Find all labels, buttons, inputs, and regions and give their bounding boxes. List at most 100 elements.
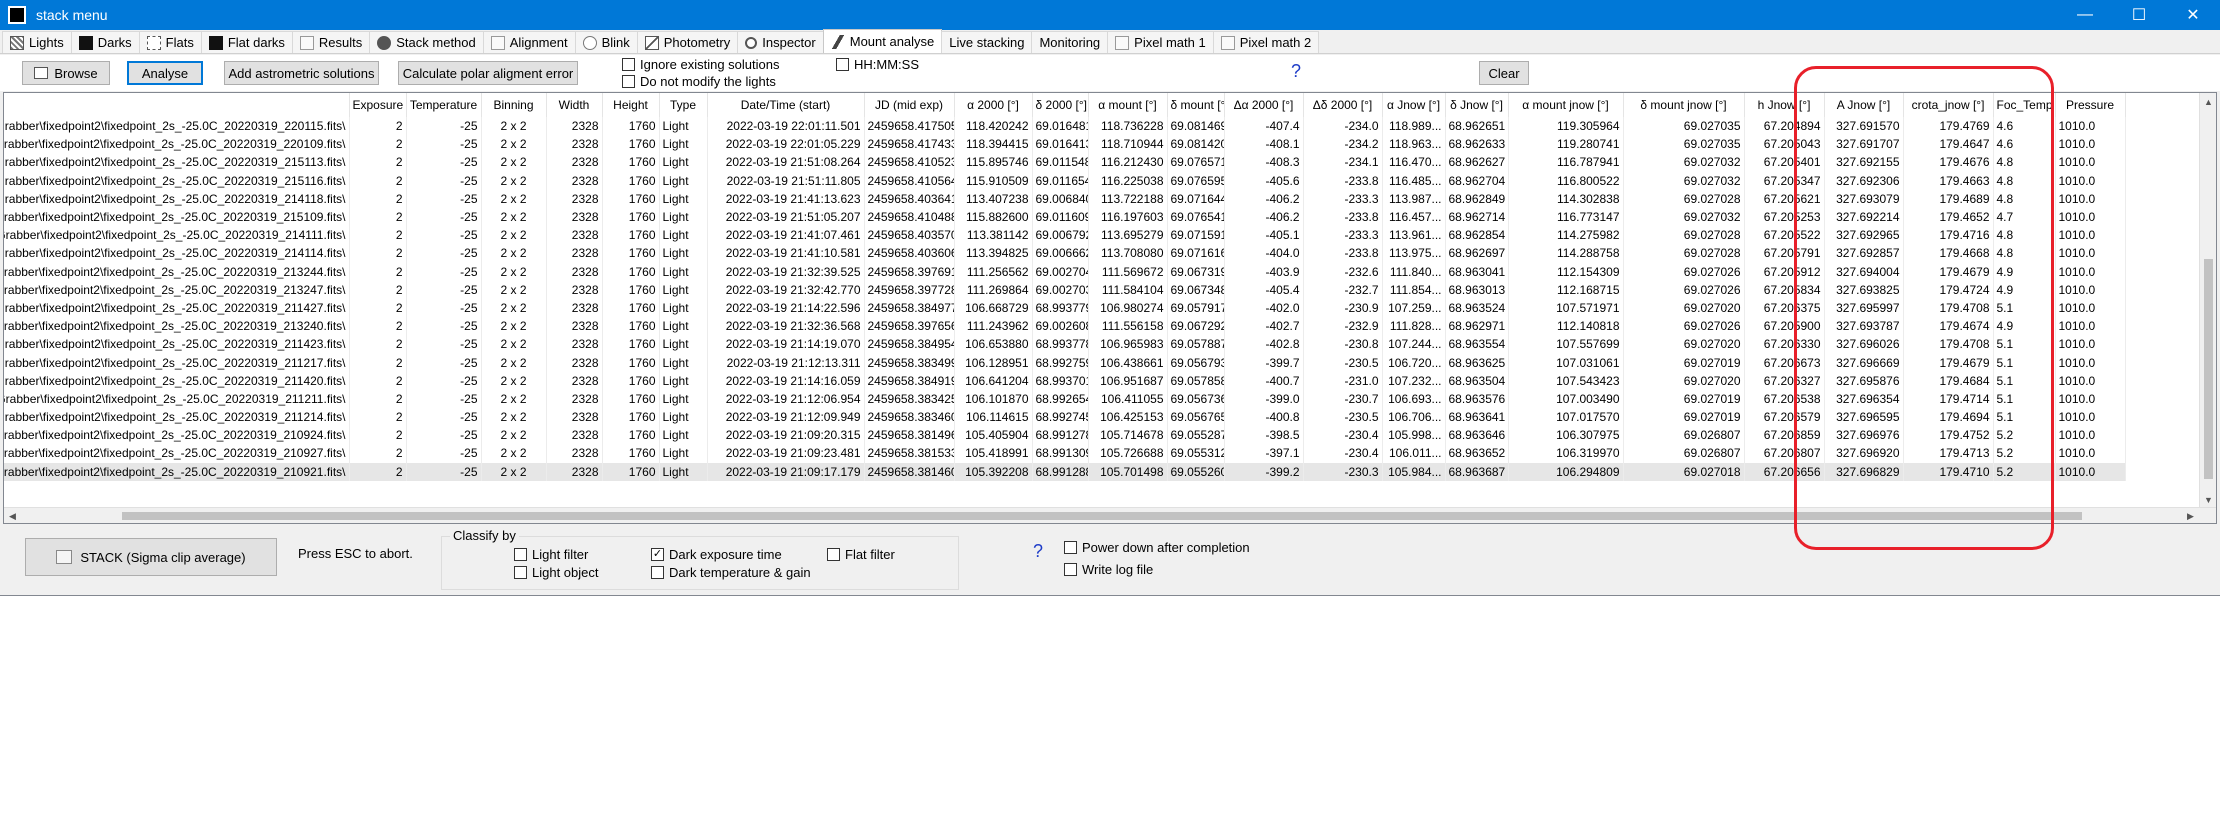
minimize-button[interactable]: — xyxy=(2058,0,2112,30)
column-header[interactable]: crota_jnow [°] xyxy=(1903,93,1994,117)
column-header[interactable] xyxy=(4,93,350,117)
table-row[interactable]: \Grabber\fixedpoint2\fixedpoint_2s_-25.0… xyxy=(4,135,2126,154)
table-row[interactable]: \Grabber\fixedpoint2\fixedpoint_2s_-25.0… xyxy=(4,317,2126,336)
table-row[interactable]: \Grabber\fixedpoint2\fixedpoint_2s_-25.0… xyxy=(4,226,2126,245)
table-cell: 1010.0 xyxy=(2055,117,2126,136)
light-filter-checkbox[interactable]: Light filter xyxy=(514,547,588,562)
browse-button[interactable]: Browse xyxy=(22,61,110,85)
table-row[interactable]: \Grabber\fixedpoint2\fixedpoint_2s_-25.0… xyxy=(4,153,2126,172)
tab-blink[interactable]: Blink xyxy=(574,31,638,53)
table-row[interactable]: \Grabber\fixedpoint2\fixedpoint_2s_-25.0… xyxy=(4,426,2126,445)
scroll-left-icon[interactable]: ◀ xyxy=(4,508,21,523)
table-row[interactable]: \Grabber\fixedpoint2\fixedpoint_2s_-25.0… xyxy=(4,207,2126,227)
table-cell: 2 x 2 xyxy=(481,244,547,263)
table-cell: 69.027026 xyxy=(1623,262,1745,281)
tab-results[interactable]: Results xyxy=(291,31,371,53)
table-cell: 179.4679 xyxy=(1903,262,1994,281)
tab-lights[interactable]: Lights xyxy=(2,31,72,53)
mount-analyse-grid[interactable]: Exposure Temperature Binning Width Height Typ… xyxy=(3,92,2217,524)
add-astrometric-solutions-button[interactable]: Add astrometric solutions xyxy=(224,61,379,85)
column-header[interactable]: α Jnow [°] xyxy=(1382,93,1446,117)
column-header[interactable]: Foc_Temp xyxy=(1993,93,2056,117)
table-cell: 107.031061 xyxy=(1508,353,1624,372)
table-row[interactable]: \Grabber\fixedpoint2\fixedpoint_2s_-25.0… xyxy=(4,280,2126,299)
column-header[interactable]: Type xyxy=(659,93,708,117)
column-header[interactable]: Binning xyxy=(481,93,547,117)
vertical-scroll-thumb[interactable] xyxy=(2204,259,2213,479)
column-header[interactable]: Exposure xyxy=(349,93,407,117)
column-header[interactable]: Δα 2000 [°] xyxy=(1224,93,1304,117)
horizontal-scrollbar[interactable]: ◀ ▶ xyxy=(4,507,2216,523)
table-row[interactable]: \Grabber\fixedpoint2\fixedpoint_2s_-25.0… xyxy=(4,408,2126,427)
column-header[interactable]: h Jnow [°] xyxy=(1744,93,1825,117)
dark-temp-gain-checkbox[interactable]: Dark temperature & gain xyxy=(651,565,811,580)
help-icon[interactable]: ? xyxy=(1291,61,1301,82)
tab-photometry[interactable]: Photometry xyxy=(636,31,739,53)
column-header[interactable]: α mount [°] xyxy=(1088,93,1168,117)
tab-flat-darks[interactable]: Flat darks xyxy=(200,31,293,53)
tab-mount-analyse[interactable]: Mount analyse xyxy=(822,29,943,53)
column-header[interactable]: Δδ 2000 [°] xyxy=(1303,93,1383,117)
column-header[interactable]: δ mount [°] xyxy=(1167,93,1225,117)
flat-filter-checkbox[interactable]: Flat filter xyxy=(827,547,895,562)
column-header[interactable]: α 2000 [°] xyxy=(954,93,1033,117)
table-row[interactable]: \Grabber\fixedpoint2\fixedpoint_2s_-25.0… xyxy=(4,389,2126,408)
table-cell: 327.696829 xyxy=(1824,462,1904,481)
column-header[interactable]: δ mount jnow [°] xyxy=(1623,93,1745,117)
table-row[interactable]: \Grabber\fixedpoint2\fixedpoint_2s_-25.0… xyxy=(4,298,2126,318)
table-cell: 69.081469 xyxy=(1167,117,1225,136)
table-row[interactable]: \Grabber\fixedpoint2\fixedpoint_2s_-25.0… xyxy=(4,462,2126,481)
scroll-right-icon[interactable]: ▶ xyxy=(2182,508,2199,523)
tab-darks[interactable]: Darks xyxy=(70,31,140,53)
column-header[interactable]: Height xyxy=(602,93,660,117)
table-row[interactable]: \Grabber\fixedpoint2\fixedpoint_2s_-25.0… xyxy=(4,189,2126,208)
tab-live-stacking[interactable]: Live stacking xyxy=(941,31,1033,53)
do-not-modify-lights-checkbox[interactable]: Do not modify the lights xyxy=(622,74,776,89)
bottom-help-icon[interactable]: ? xyxy=(1033,541,1043,562)
tab-inspector[interactable]: Inspector xyxy=(737,31,824,53)
table-cell: 68.963013 xyxy=(1445,280,1509,299)
column-header[interactable]: δ Jnow [°] xyxy=(1445,93,1509,117)
table-row[interactable]: \Grabber\fixedpoint2\fixedpoint_2s_-25.0… xyxy=(4,353,2126,372)
power-down-checkbox[interactable]: Power down after completion xyxy=(1064,540,1250,555)
log-panel[interactable] xyxy=(0,595,2220,823)
clear-button[interactable]: Clear xyxy=(1479,61,1529,85)
column-header[interactable]: δ 2000 [°] xyxy=(1032,93,1089,117)
table-row[interactable]: \Grabber\fixedpoint2\fixedpoint_2s_-25.0… xyxy=(4,171,2126,190)
column-header[interactable]: A Jnow [°] xyxy=(1824,93,1904,117)
tab-stack-method[interactable]: Stack method xyxy=(369,31,484,53)
table-row[interactable]: \Grabber\fixedpoint2\fixedpoint_2s_-25.0… xyxy=(4,117,2126,136)
analyse-button[interactable]: Analyse xyxy=(127,61,203,85)
dark-exposure-time-checkbox[interactable]: ✓ Dark exposure time xyxy=(651,547,782,562)
tab-pixel-math-1[interactable]: Pixel math 1 xyxy=(1107,31,1214,53)
horizontal-scroll-thumb[interactable] xyxy=(122,512,2082,520)
table-row[interactable]: \Grabber\fixedpoint2\fixedpoint_2s_-25.0… xyxy=(4,371,2126,390)
table-cell: 1760 xyxy=(602,226,660,245)
scroll-up-icon[interactable]: ▲ xyxy=(2200,93,2216,110)
stack-button[interactable]: STACK (Sigma clip average) xyxy=(25,538,277,576)
vertical-scrollbar[interactable]: ▲ ▼ xyxy=(2199,93,2216,508)
scroll-down-icon[interactable]: ▼ xyxy=(2200,491,2216,508)
tab-alignment[interactable]: Alignment xyxy=(482,31,576,53)
close-button[interactable]: ✕ xyxy=(2166,0,2220,30)
table-row[interactable]: \Grabber\fixedpoint2\fixedpoint_2s_-25.0… xyxy=(4,444,2126,463)
column-header[interactable]: Pressure xyxy=(2055,93,2126,117)
column-header[interactable]: α mount jnow [°] xyxy=(1508,93,1624,117)
light-object-checkbox[interactable]: Light object xyxy=(514,565,599,580)
table-row[interactable]: \Grabber\fixedpoint2\fixedpoint_2s_-25.0… xyxy=(4,262,2126,281)
tab-flats[interactable]: Flats xyxy=(138,31,202,53)
ignore-existing-solutions-checkbox[interactable]: Ignore existing solutions xyxy=(622,57,779,72)
column-header[interactable]: JD (mid exp) xyxy=(864,93,955,117)
table-row[interactable]: \Grabber\fixedpoint2\fixedpoint_2s_-25.0… xyxy=(4,244,2126,263)
column-header[interactable]: Width xyxy=(546,93,603,117)
tab-monitoring[interactable]: Monitoring xyxy=(1031,31,1109,53)
tab-pixel-math-2[interactable]: Pixel math 2 xyxy=(1212,31,1320,53)
column-header[interactable]: Temperature xyxy=(406,93,482,117)
maximize-button[interactable]: ☐ xyxy=(2112,0,2166,30)
write-log-checkbox[interactable]: Write log file xyxy=(1064,562,1153,577)
calculate-polar-alignment-button[interactable]: Calculate polar aligment error xyxy=(398,61,578,85)
column-header[interactable]: Date/Time (start) xyxy=(707,93,865,117)
hhmmss-checkbox[interactable]: HH:MM:SS xyxy=(836,57,919,72)
table-cell: -405.4 xyxy=(1224,280,1304,299)
table-row[interactable]: \Grabber\fixedpoint2\fixedpoint_2s_-25.0… xyxy=(4,335,2126,354)
